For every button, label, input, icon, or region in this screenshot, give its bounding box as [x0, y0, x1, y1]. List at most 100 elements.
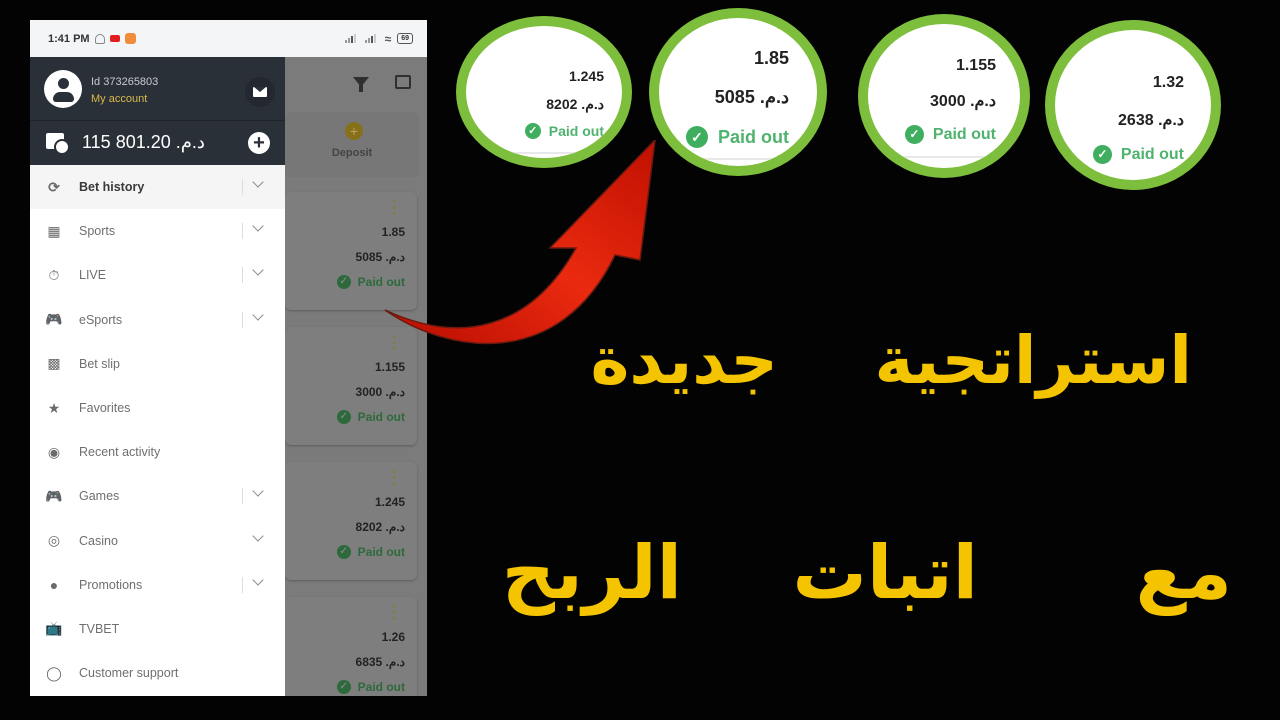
menu-item-bet-slip[interactable]: ▩ Bet slip: [30, 342, 285, 386]
circle-coefficient: 1.245: [568, 68, 604, 84]
circle-status: ✓ Paid out: [686, 126, 789, 148]
menu-item-casino[interactable]: ◎ Casino: [30, 519, 285, 563]
menu-item-label: Bet history: [79, 180, 145, 195]
zoom-circle-bet: 1.85 5085 .د.م ✓ Paid out: [649, 8, 827, 176]
my-account-link[interactable]: My account: [91, 93, 147, 105]
divider: [242, 311, 243, 328]
bell-muted-icon: [94, 33, 105, 44]
page-toolbar: [285, 57, 427, 112]
chevron-down-icon[interactable]: [252, 176, 264, 188]
divider: [242, 488, 243, 505]
balloons-icon: ●: [49, 576, 59, 593]
circle-amount: 3000 .د.م: [930, 93, 996, 110]
status-label: Paid out: [548, 123, 604, 139]
menu-item-recent-activity[interactable]: ◉ Recent activity: [30, 430, 285, 474]
divider: [242, 223, 243, 240]
zoom-circle-bet: 1.155 3000 .د.م ✓ Paid out: [858, 14, 1030, 178]
check-circle-icon: ✓: [686, 126, 708, 148]
circle-coefficient: 1.85: [753, 48, 789, 68]
bet-card[interactable]: · · · 1.26 6835 .د.م ✓ Paid out: [285, 597, 417, 696]
plus-icon: +: [345, 122, 363, 140]
divider: [466, 152, 622, 154]
status-label: Paid out: [932, 125, 996, 143]
user-icon-body: [53, 92, 74, 102]
star-icon: ★: [47, 399, 61, 416]
more-options-icon[interactable]: · · ·: [392, 464, 397, 490]
user-icon: [58, 78, 69, 89]
menu-item-label: Customer support: [79, 666, 179, 681]
menu-item-customer-support[interactable]: ◯ Customer support: [30, 651, 285, 695]
signal-icon: [344, 34, 359, 43]
chevron-down-icon[interactable]: [252, 485, 264, 497]
circle-amount: 8202 .د.م: [546, 96, 604, 112]
circle-coefficient: 1.32: [1152, 74, 1184, 91]
divider: [659, 158, 817, 160]
bet-amount: 6835 .د.م: [355, 655, 405, 669]
add-funds-button[interactable]: +: [248, 132, 270, 154]
tv-icon: 📺: [45, 620, 63, 637]
bet-coefficient: 1.245: [374, 495, 405, 509]
menu-item-esports[interactable]: 🎮 eSports: [30, 298, 285, 342]
wifi-icon: ≈: [384, 31, 392, 46]
status-label: Paid out: [718, 126, 789, 147]
status-label: Paid out: [357, 410, 405, 424]
chevron-down-icon[interactable]: [252, 264, 264, 277]
zoom-circle-bet: 1.32 2638 .د.م ✓ Paid out: [1045, 20, 1221, 190]
menu-item-sports[interactable]: ▦ Sports: [30, 209, 285, 253]
filter-icon[interactable]: [353, 77, 369, 92]
divider: [242, 179, 243, 195]
bet-status: ✓ Paid out: [336, 410, 405, 424]
balance-bar: 115 801.20 .د.م +: [30, 120, 285, 165]
chevron-down-icon[interactable]: [252, 308, 264, 321]
bet-amount: 3000 .د.م: [355, 385, 405, 399]
balance-amount: 115 801.20 .د.م: [82, 132, 205, 152]
chevron-down-icon[interactable]: [252, 220, 264, 232]
youtube-icon: [109, 35, 120, 42]
eye-icon: ◉: [47, 443, 61, 460]
menu-item-live[interactable]: ⏱ LIVE: [30, 253, 285, 297]
menu-item-label: eSports: [79, 312, 123, 327]
account-header: Id 373265803 My account: [30, 57, 285, 120]
mail-icon: [253, 87, 267, 97]
headset-icon: ◯: [46, 664, 62, 681]
bet-card[interactable]: · · · 1.245 8202 .د.م ✓ Paid out: [285, 462, 417, 580]
divider: [868, 156, 1020, 158]
check-circle-icon: ✓: [336, 275, 351, 289]
casino-chip-icon: ◎: [47, 532, 61, 549]
menu-item-label: Sports: [79, 224, 116, 239]
messages-button[interactable]: [245, 77, 275, 107]
status-label: Paid out: [357, 680, 405, 694]
wallet-refresh-icon[interactable]: [46, 133, 70, 155]
more-options-icon[interactable]: · · ·: [392, 599, 397, 625]
menu-item-label: LIVE: [79, 268, 107, 283]
avatar[interactable]: [44, 70, 82, 108]
check-circle-icon: ✓: [336, 410, 351, 424]
menu-item-bet-history[interactable]: ⟳ Bet history: [30, 165, 285, 210]
menu-item-label: TVBET: [79, 621, 120, 636]
chevron-down-icon[interactable]: [252, 574, 264, 586]
circle-status: ✓ Paid out: [524, 123, 604, 139]
menu-item-label: Favorites: [79, 401, 131, 416]
menu-item-promotions[interactable]: ● Promotions: [30, 563, 285, 607]
bet-status: ✓ Paid out: [336, 545, 405, 559]
bet-status: ✓ Paid out: [336, 680, 405, 694]
check-circle-icon: ✓: [904, 125, 924, 144]
menu-item-games[interactable]: 🎮 Games: [30, 474, 285, 518]
circle-coefficient: 1.155: [955, 57, 996, 74]
check-circle-icon: ✓: [1092, 145, 1112, 164]
phone-screenshot: 1:41 PM ≈ 69 + Deposit · · · 1.85 5085 .د.…: [30, 20, 427, 696]
ticket-icon: ▩: [47, 355, 61, 372]
bet-coefficient: 1.26: [381, 630, 405, 644]
divider: [242, 267, 243, 284]
wallet-icon[interactable]: [395, 75, 411, 89]
check-circle-icon: ✓: [336, 680, 351, 694]
menu-item-label: Casino: [79, 533, 118, 548]
menu-item-tvbet[interactable]: 📺 TVBET: [30, 607, 285, 651]
divider: [242, 576, 243, 593]
gamepad-icon: 🎮: [45, 487, 63, 504]
status-time: 1:41 PM: [48, 32, 90, 45]
menu-item-favorites[interactable]: ★ Favorites: [30, 386, 285, 430]
slogan-word-profit: الربح: [501, 530, 682, 616]
history-icon: ⟳: [48, 178, 60, 195]
chevron-down-icon[interactable]: [252, 529, 264, 542]
